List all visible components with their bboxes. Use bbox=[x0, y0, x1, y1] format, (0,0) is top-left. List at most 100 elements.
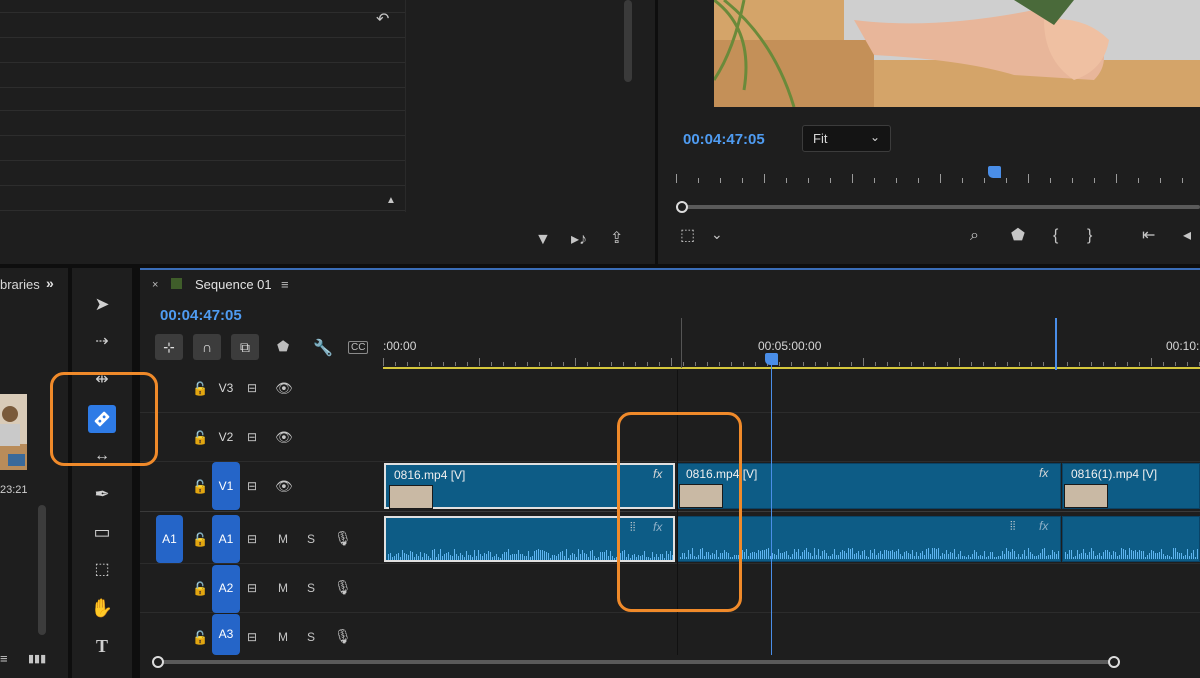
ruler-tick bbox=[1028, 174, 1029, 183]
rectangle-tool-icon[interactable]: ▭ bbox=[88, 518, 116, 546]
microphone-icon[interactable]: 🎙 bbox=[334, 579, 352, 596]
sequence-tab[interactable]: Sequence 01 bbox=[195, 277, 272, 292]
fx-badge: fx bbox=[1039, 466, 1049, 480]
program-zoom-bar[interactable] bbox=[676, 200, 1200, 214]
vertical-scrollbar[interactable] bbox=[624, 0, 632, 82]
source-patch-a1[interactable]: A1 bbox=[156, 515, 183, 563]
solo-button[interactable]: S bbox=[307, 581, 315, 595]
lock-icon[interactable]: 🔓 bbox=[192, 381, 208, 397]
track-target-a1[interactable]: A1 bbox=[212, 515, 240, 563]
ruler-tick bbox=[551, 362, 552, 366]
close-icon[interactable]: × bbox=[152, 279, 158, 291]
sync-lock-icon[interactable]: ⊟ bbox=[247, 581, 257, 595]
sync-lock-icon[interactable]: ⊟ bbox=[247, 381, 257, 395]
playhead-handle[interactable] bbox=[765, 353, 778, 365]
sync-lock-icon[interactable]: ⊟ bbox=[247, 430, 257, 444]
sync-lock-icon[interactable]: ⊟ bbox=[247, 479, 257, 493]
program-time-ruler[interactable] bbox=[672, 165, 1200, 187]
step-back-icon[interactable]: ◂ bbox=[1183, 228, 1191, 244]
ruler-tick bbox=[676, 174, 677, 183]
audio-clip[interactable] bbox=[1062, 516, 1200, 562]
libraries-tab[interactable]: braries bbox=[0, 277, 40, 292]
playhead-line[interactable] bbox=[771, 360, 772, 655]
selection-tool-icon[interactable]: ➤ bbox=[88, 290, 116, 318]
track-target-a3[interactable]: A3 bbox=[212, 614, 240, 655]
ruler-tick bbox=[1138, 178, 1139, 183]
track-select-tool-icon[interactable]: ⇢ bbox=[88, 328, 116, 356]
program-timecode[interactable]: 00:04:47:05 bbox=[683, 131, 765, 148]
clip-thumbnail[interactable] bbox=[0, 394, 27, 470]
ruler-tick bbox=[683, 362, 684, 366]
work-area-bar[interactable] bbox=[383, 367, 1200, 369]
mute-button[interactable]: M bbox=[278, 630, 288, 644]
hand-tool-icon-2[interactable]: ✋ bbox=[88, 594, 116, 622]
insert-icon[interactable]: ▸♪ bbox=[571, 232, 587, 248]
ruler-tick bbox=[719, 362, 720, 366]
solo-button[interactable]: S bbox=[307, 630, 315, 644]
export-icon[interactable]: ⇪ bbox=[610, 231, 623, 247]
eye-icon[interactable]: 👁 bbox=[275, 429, 293, 446]
ruler-tick bbox=[1182, 178, 1183, 183]
panel-overflow-icon[interactable]: » bbox=[46, 275, 54, 291]
lock-icon[interactable]: 🔓 bbox=[192, 479, 208, 495]
ruler-tick bbox=[383, 358, 384, 366]
insert-nest-icon[interactable]: ⊹ bbox=[155, 334, 183, 360]
mark-out-icon[interactable]: } bbox=[1087, 228, 1092, 244]
ruler-tick bbox=[995, 362, 996, 366]
timeline-marker[interactable] bbox=[1055, 318, 1057, 370]
track-target-v1[interactable]: V1 bbox=[212, 462, 240, 510]
mark-in-icon[interactable]: { bbox=[1053, 228, 1058, 244]
track-target-a2[interactable]: A2 bbox=[212, 565, 240, 613]
go-to-in-icon[interactable]: ⇤ bbox=[1142, 228, 1155, 244]
lock-icon[interactable]: 🔓 bbox=[192, 581, 208, 597]
ruler-tick bbox=[899, 362, 900, 366]
ruler-tick bbox=[407, 362, 408, 366]
audio-waveform bbox=[1063, 543, 1199, 559]
project-scrollbar[interactable] bbox=[38, 505, 46, 635]
type-tool-icon[interactable]: T bbox=[88, 632, 116, 660]
mute-button[interactable]: M bbox=[278, 581, 288, 595]
filter-icon[interactable]: ▼ bbox=[535, 232, 551, 248]
eye-icon[interactable]: 👁 bbox=[275, 380, 293, 397]
ruler-tick bbox=[720, 178, 721, 183]
ruler-tick bbox=[971, 362, 972, 366]
hand-tool-icon[interactable]: ⬚ bbox=[88, 556, 116, 584]
freeform-view-icon[interactable]: ▮▮▮ bbox=[28, 651, 46, 667]
snap-magnet-icon[interactable]: ∩ bbox=[193, 334, 221, 360]
timeline-zoom-scrollbar[interactable] bbox=[152, 655, 1120, 669]
undo-icon[interactable]: ↶ bbox=[376, 12, 389, 28]
sync-lock-icon[interactable]: ⊟ bbox=[247, 532, 257, 546]
microphone-icon[interactable]: 🎙 bbox=[334, 530, 352, 547]
ruler-tick bbox=[887, 362, 888, 366]
marker-icon[interactable]: ⬟ bbox=[1011, 228, 1025, 244]
eye-icon[interactable]: 👁 bbox=[275, 478, 293, 495]
safe-margins-icon[interactable]: ⬚ bbox=[680, 228, 695, 244]
timeline-timecode[interactable]: 00:04:47:05 bbox=[160, 307, 242, 324]
ruler-tick bbox=[874, 178, 875, 183]
pen-tool-icon[interactable]: ✒ bbox=[88, 480, 116, 508]
ruler-tick bbox=[852, 174, 853, 183]
list-view-icon[interactable]: ≡ bbox=[0, 651, 8, 667]
program-playhead[interactable] bbox=[988, 166, 1001, 178]
ruler-tick bbox=[911, 362, 912, 366]
captions-icon[interactable]: CC bbox=[348, 341, 369, 354]
track-label-v3[interactable]: V3 bbox=[212, 378, 240, 426]
mute-button[interactable]: M bbox=[278, 532, 288, 546]
wrench-icon[interactable]: 🔧 bbox=[313, 338, 333, 358]
scroll-up-icon[interactable]: ▲ bbox=[386, 193, 396, 209]
solo-button[interactable]: S bbox=[307, 532, 315, 546]
zoom-level-select[interactable]: Fit ⌄ bbox=[802, 125, 891, 152]
lock-icon[interactable]: 🔓 bbox=[192, 630, 208, 646]
export-frame-icon[interactable]: ⌕ bbox=[970, 228, 979, 244]
panel-menu-icon[interactable]: ≡ bbox=[281, 277, 289, 292]
lock-icon[interactable]: 🔓 bbox=[192, 430, 208, 446]
timeline-ruler[interactable]: :00:00 00:05:00:00 00:10: bbox=[383, 330, 1200, 370]
linked-selection-icon[interactable]: ⧉ bbox=[231, 334, 259, 360]
add-marker-icon[interactable]: ⬟ bbox=[277, 338, 289, 355]
microphone-icon[interactable]: 🎙 bbox=[334, 628, 352, 645]
sync-lock-icon[interactable]: ⊟ bbox=[247, 630, 257, 644]
lock-icon[interactable]: 🔓 bbox=[192, 532, 208, 548]
video-clip[interactable]: 0816(1).mp4 [V] bbox=[1062, 463, 1200, 509]
ruler-tick bbox=[671, 358, 672, 366]
chevron-down-icon[interactable]: ⌄ bbox=[711, 226, 723, 242]
